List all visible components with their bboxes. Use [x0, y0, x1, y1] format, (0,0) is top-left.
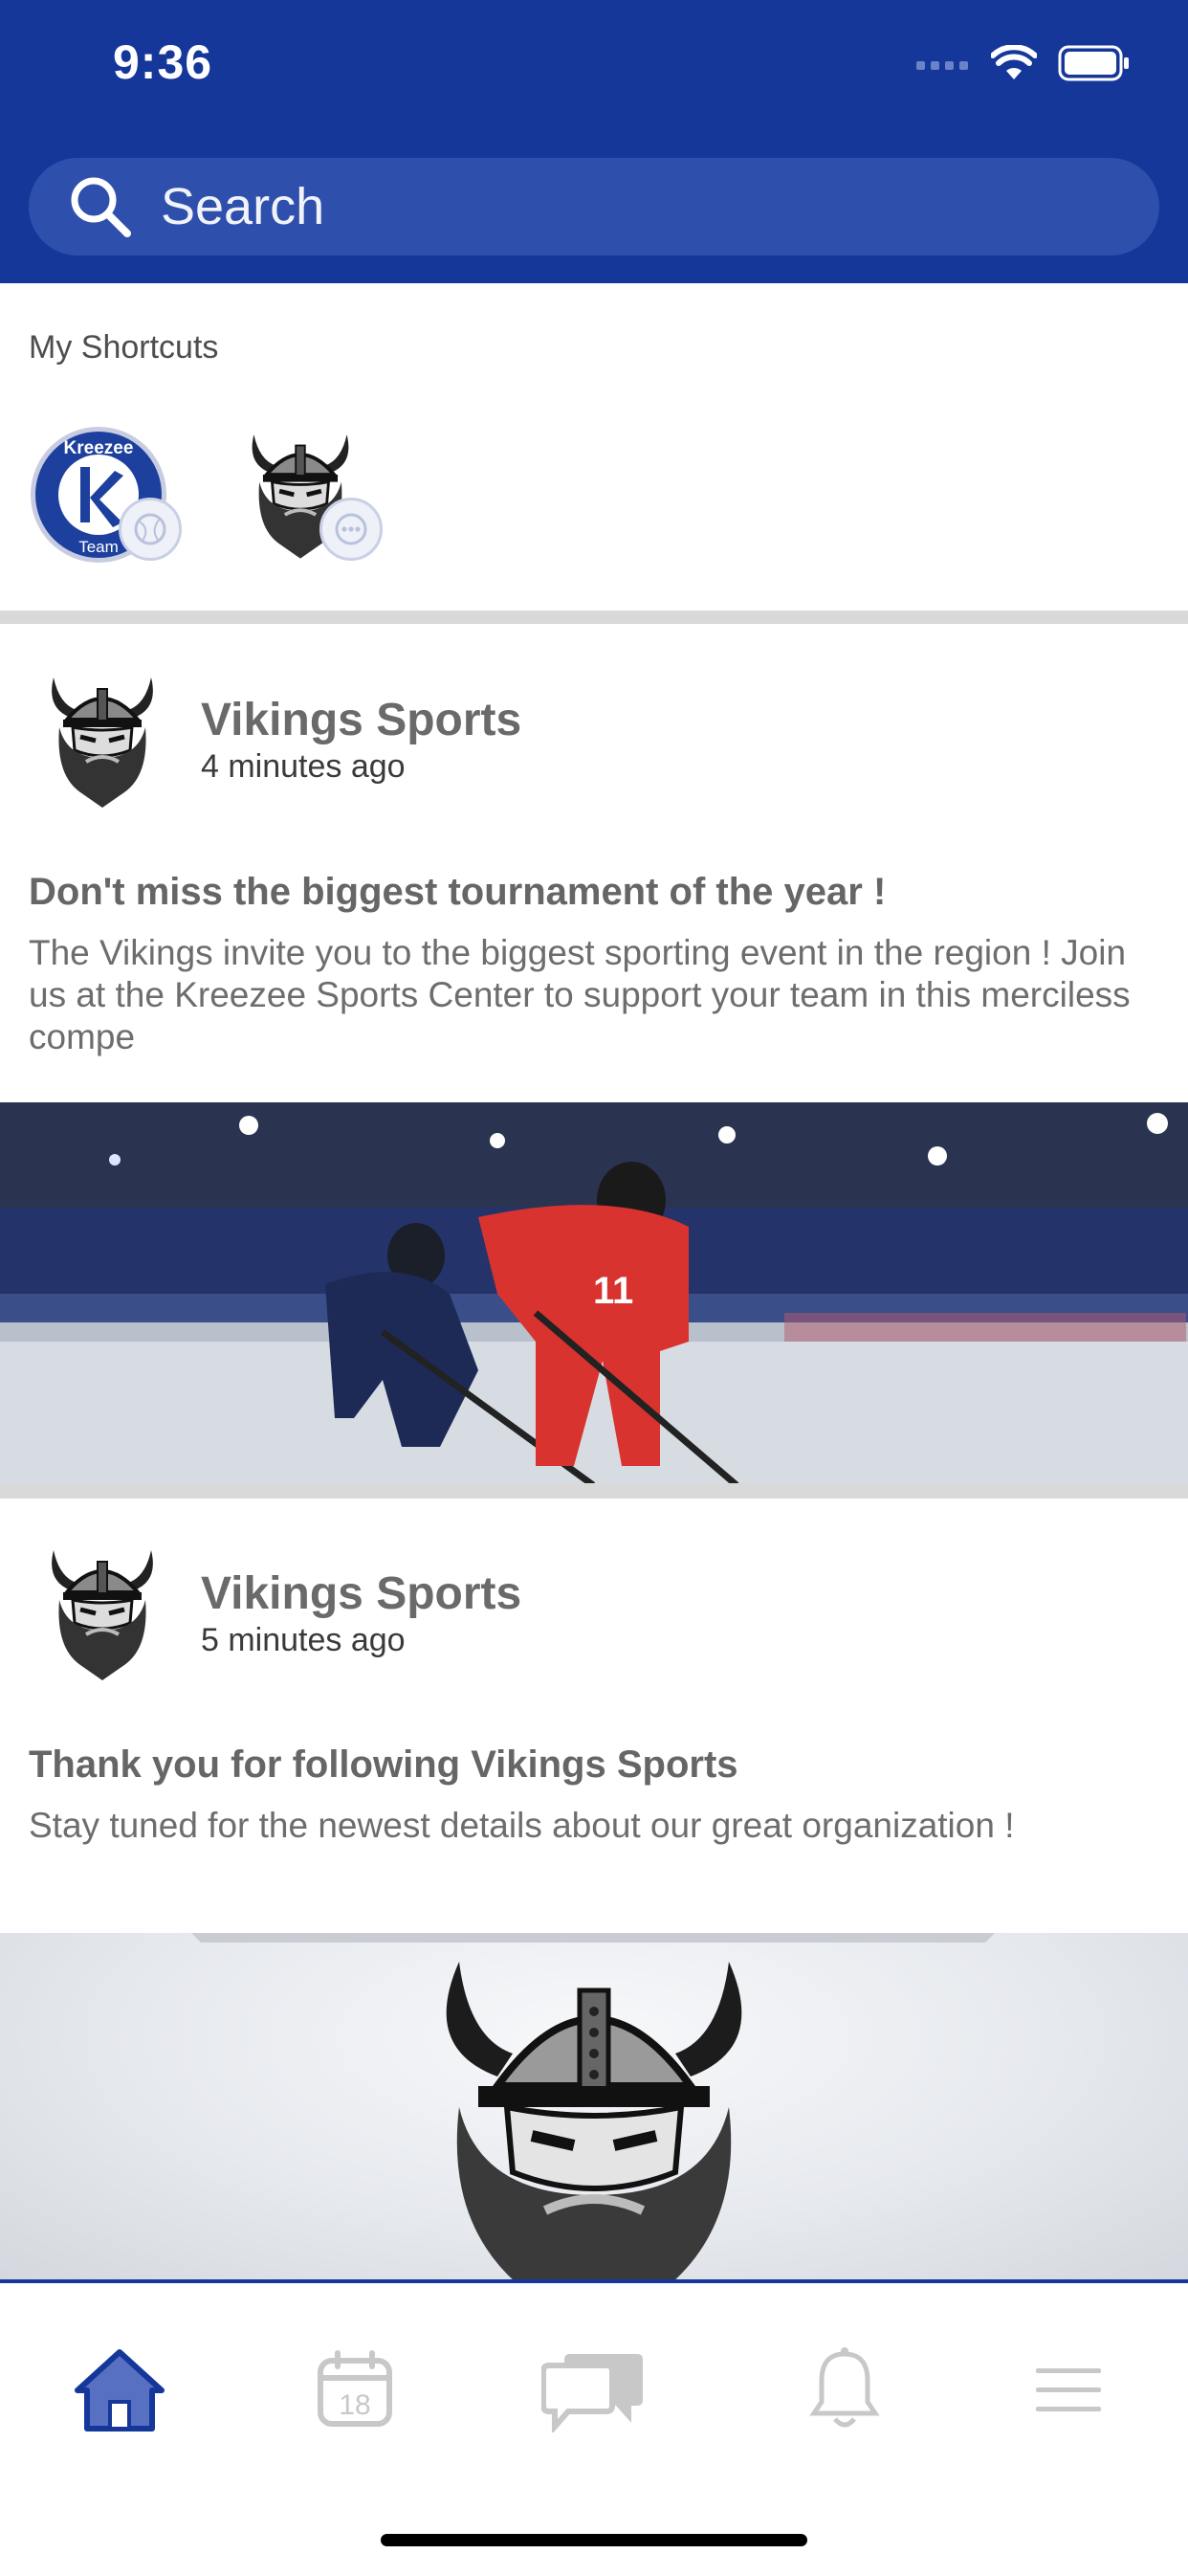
- vikings-avatar: [52, 677, 153, 808]
- jersey-number: 11: [593, 1270, 633, 1312]
- post-author[interactable]: Vikings Sports: [201, 694, 521, 746]
- search-input[interactable]: Search: [161, 177, 324, 236]
- post-timestamp: 4 minutes ago: [201, 748, 406, 785]
- shortcut-vikings-sports[interactable]: [239, 425, 392, 578]
- post-title: Thank you for following Vikings Sports: [29, 1743, 738, 1786]
- battery-icon: [1058, 45, 1129, 81]
- post-body: The Vikings invite you to the biggest sp…: [29, 933, 1131, 1056]
- tab-messages[interactable]: [541, 2337, 647, 2442]
- tab-notifications[interactable]: [792, 2337, 897, 2442]
- shortcut-kreezee-team[interactable]: Kreezee Team: [29, 425, 182, 578]
- home-indicator[interactable]: [381, 2534, 807, 2546]
- shortcuts-title: My Shortcuts: [29, 329, 219, 366]
- more-dots-icon: [335, 513, 367, 545]
- post-author[interactable]: Vikings Sports: [201, 1567, 521, 1620]
- section-divider: [0, 611, 1188, 624]
- home-icon: [75, 2349, 165, 2432]
- tab-menu[interactable]: [1016, 2337, 1121, 2442]
- shortcut-more-badge: [319, 498, 383, 561]
- app-header: 9:36 Search: [0, 0, 1188, 283]
- search-icon: [71, 177, 131, 237]
- post-divider: [0, 1483, 1188, 1499]
- baseball-icon: [134, 513, 166, 545]
- vikings-large-logo: [191, 1933, 995, 2283]
- vikings-avatar: [52, 1550, 153, 1680]
- post-title: Don't miss the biggest tournament of the…: [29, 871, 887, 913]
- hamburger-menu-icon: [1036, 2368, 1101, 2411]
- post-timestamp: 5 minutes ago: [201, 1622, 406, 1658]
- post-image-vikings[interactable]: [0, 1933, 1188, 2283]
- calendar-icon: 18: [318, 2350, 392, 2427]
- search-bar[interactable]: Search: [29, 158, 1159, 255]
- chat-icon: [541, 2354, 643, 2432]
- calendar-day: 18: [339, 2389, 370, 2421]
- bottom-tab-bar: 18: [0, 2279, 1188, 2576]
- shortcut-sport-badge: [119, 498, 182, 561]
- post-body: Stay tuned for the newest details about …: [29, 1806, 1015, 1845]
- kreezee-logo-bottom-text: Team: [78, 538, 119, 556]
- cellular-signal-icon: [916, 61, 968, 70]
- kreezee-logo-top-text: Kreezee: [64, 438, 134, 458]
- hockey-scene-illustration: 11: [0, 1102, 1188, 1483]
- tab-home[interactable]: [67, 2337, 172, 2442]
- wifi-icon: [991, 45, 1037, 79]
- shortcuts-section: My Shortcuts Kreezee Team: [0, 283, 1188, 611]
- bell-icon: [809, 2347, 880, 2428]
- post-image-hockey[interactable]: 11: [0, 1102, 1188, 1483]
- status-time: 9:36: [113, 35, 213, 89]
- tab-calendar[interactable]: 18: [302, 2337, 407, 2442]
- status-icons: [916, 42, 1131, 84]
